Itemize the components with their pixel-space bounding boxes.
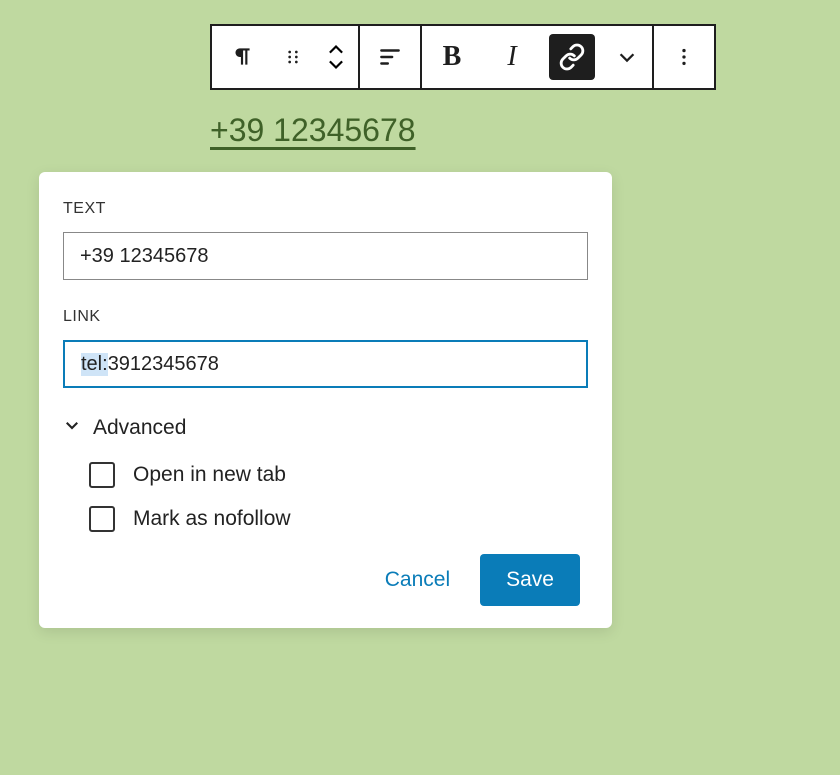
open-new-tab-label: Open in new tab <box>133 463 286 487</box>
editor-link-text[interactable]: +39 12345678 <box>210 112 810 149</box>
link-icon <box>558 43 586 71</box>
bold-icon: B <box>443 41 462 73</box>
save-button[interactable]: Save <box>480 554 580 606</box>
drag-handle-icon <box>283 47 303 67</box>
chevron-down-icon <box>325 57 347 71</box>
paragraph-icon <box>229 44 255 70</box>
nofollow-checkbox[interactable] <box>89 506 115 532</box>
advanced-label: Advanced <box>93 416 186 440</box>
italic-button[interactable]: I <box>482 26 542 88</box>
link-field-label: LINK <box>63 308 588 326</box>
text-field-block: TEXT <box>63 200 588 280</box>
popover-actions: Cancel Save <box>63 554 588 606</box>
link-url-selection: tel: <box>81 353 108 376</box>
link-field-block: LINK tel:3912345678 <box>63 308 588 388</box>
advanced-toggle[interactable]: Advanced <box>63 416 588 440</box>
link-url-rest: 3912345678 <box>108 353 219 376</box>
move-up-down[interactable] <box>314 26 358 88</box>
link-settings-popover: TEXT LINK tel:3912345678 Advanced Open i… <box>39 172 612 628</box>
drag-button[interactable] <box>272 26 314 88</box>
toolbar-group-3: B I <box>420 24 654 90</box>
paragraph-button[interactable] <box>212 26 272 88</box>
bold-button[interactable]: B <box>422 26 482 88</box>
chevron-up-icon <box>325 43 347 57</box>
nofollow-label: Mark as nofollow <box>133 507 291 531</box>
block-toolbar: B I <box>210 24 810 90</box>
link-button[interactable] <box>549 34 595 80</box>
chevron-down-icon <box>616 46 638 68</box>
text-field-label: TEXT <box>63 200 588 218</box>
options-button[interactable] <box>654 26 714 88</box>
nofollow-row: Mark as nofollow <box>89 506 588 532</box>
toolbar-group-1 <box>210 24 360 90</box>
more-vertical-icon <box>673 46 695 68</box>
align-left-icon <box>377 44 403 70</box>
more-formatting-button[interactable] <box>602 26 652 88</box>
link-text-input[interactable] <box>63 232 588 280</box>
open-new-tab-row: Open in new tab <box>89 462 588 488</box>
toolbar-group-2 <box>358 24 422 90</box>
italic-icon: I <box>507 41 516 73</box>
cancel-button[interactable]: Cancel <box>375 556 460 604</box>
align-button[interactable] <box>360 26 420 88</box>
open-new-tab-checkbox[interactable] <box>89 462 115 488</box>
chevron-down-icon <box>63 416 81 440</box>
link-url-input[interactable]: tel:3912345678 <box>63 340 588 388</box>
toolbar-group-4 <box>652 24 716 90</box>
